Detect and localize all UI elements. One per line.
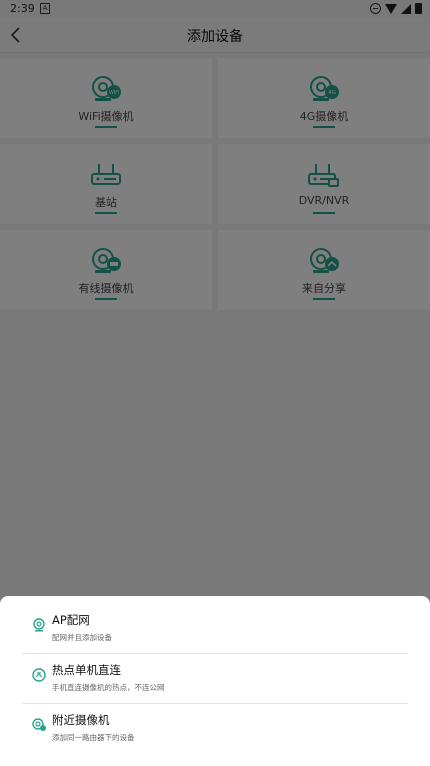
option-title: 热点单机直连 — [52, 663, 121, 677]
nearby-camera-icon — [32, 718, 46, 731]
option-ap-network[interactable]: AP配网 配网并且添加设备 — [22, 604, 408, 654]
option-subtitle: 添加同一路由器下的设备 — [52, 733, 135, 742]
option-subtitle: 配网并且添加设备 — [52, 633, 112, 642]
hotspot-link-icon — [32, 668, 46, 682]
option-title: AP配网 — [52, 613, 90, 627]
option-nearby-camera[interactable]: 附近摄像机 添加同一路由器下的设备 — [22, 704, 408, 753]
ap-network-icon — [33, 618, 45, 632]
option-hotspot-direct[interactable]: 热点单机直连 手机直连摄像机的热点，不连公网 — [22, 654, 408, 704]
add-method-bottom-sheet: AP配网 配网并且添加设备 热点单机直连 手机直连摄像机的热点，不连公网 附近摄… — [0, 596, 430, 766]
option-subtitle: 手机直连摄像机的热点，不连公网 — [52, 683, 165, 692]
add-device-screen: 2:39 A 添加设备 WiFi WiFi摄像机 — [0, 0, 430, 766]
option-title: 附近摄像机 — [52, 713, 110, 727]
